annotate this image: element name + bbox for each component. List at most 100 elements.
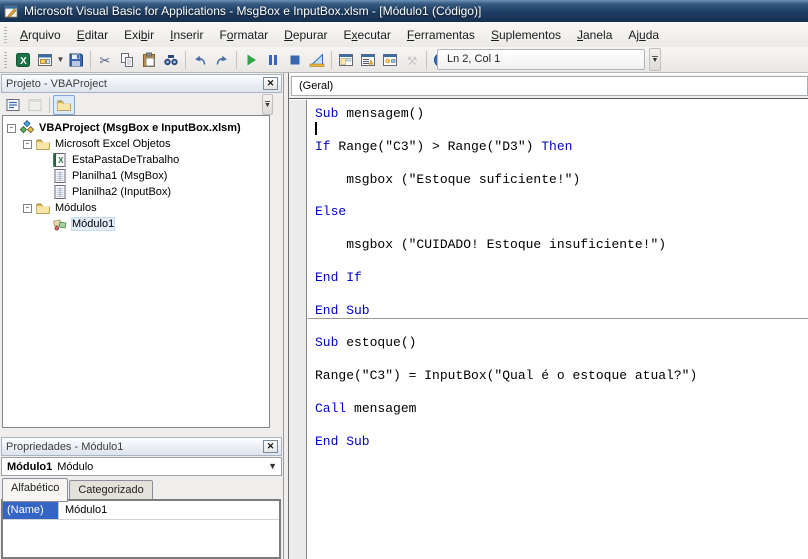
- tree-item-planilha2-inputbox[interactable]: Planilha2 (InputBox): [3, 184, 269, 200]
- toggle-folders-button[interactable]: [53, 95, 75, 115]
- menu-editar[interactable]: Editar: [69, 24, 116, 46]
- properties-grid: (Name) Módulo1: [1, 499, 281, 559]
- menu-ferramentas[interactable]: Ferramentas: [399, 24, 483, 46]
- menu-suplementos[interactable]: Suplementos: [483, 24, 569, 46]
- line-col-indicator: Ln 2, Col 1: [437, 49, 645, 70]
- property-row[interactable]: (Name) Módulo1: [3, 501, 279, 520]
- properties-pane-header: Propriedades - Módulo1 ✕: [1, 437, 282, 456]
- project-explorer-button[interactable]: [335, 49, 357, 71]
- copy-button[interactable]: [116, 49, 138, 71]
- save-icon: [69, 53, 83, 66]
- save-button[interactable]: [65, 49, 87, 71]
- code-text-segment: mensagem: [346, 401, 417, 417]
- design-mode-button[interactable]: [306, 49, 328, 71]
- svg-text:⚒: ⚒: [407, 54, 418, 68]
- properties-close-button[interactable]: ✕: [263, 440, 278, 453]
- code-keyword: Sub: [315, 335, 339, 351]
- code-keyword: End Sub: [315, 302, 370, 318]
- toolbox-button[interactable]: ⚒: [401, 49, 423, 71]
- code-line: [308, 122, 808, 138]
- tree-item-estapastadetrabalho[interactable]: X EstaPastaDeTrabalho: [3, 152, 269, 168]
- code-line: End Sub: [308, 434, 808, 450]
- code-text-segment: Range("C3") = InputBox("Qual é o estoque…: [315, 368, 698, 384]
- menu-ajuda[interactable]: Ajuda: [620, 24, 667, 46]
- vba-editor-window: Microsoft Visual Basic for Applications …: [0, 0, 808, 559]
- object-dropdown[interactable]: (Geral): [291, 76, 808, 96]
- toolbar-overflow-button[interactable]: ▼: [649, 48, 661, 71]
- code-keyword: If: [315, 138, 331, 154]
- tab-alfabetico[interactable]: Alfabético: [2, 478, 69, 502]
- chevron-down-icon: ▼: [268, 461, 277, 471]
- project-icon: [339, 53, 353, 66]
- tab-categorizado[interactable]: Categorizado: [69, 480, 153, 501]
- view-object-button[interactable]: [24, 95, 46, 115]
- paste-button[interactable]: [138, 49, 160, 71]
- tree-item-label: VBAProject (MsgBox e InputBox.xlsm): [39, 122, 241, 134]
- run-button[interactable]: [240, 49, 262, 71]
- menu-executar[interactable]: Executar: [336, 24, 399, 46]
- undo-button[interactable]: [189, 49, 211, 71]
- redo-button[interactable]: [211, 49, 233, 71]
- module-icon: [52, 216, 68, 232]
- menu-formatar[interactable]: Formatar: [211, 24, 276, 46]
- tree-expander-icon[interactable]: -: [23, 139, 32, 149]
- objbrowser-icon: [383, 53, 397, 66]
- code-text-segment: msgbox ("CUIDADO! Estoque insuficiente!"…: [315, 237, 667, 253]
- break-icon: [269, 54, 277, 65]
- tree-item-mo-dulo1[interactable]: Módulo1: [3, 216, 269, 232]
- object-browser-button[interactable]: [379, 49, 401, 71]
- userform-icon: [38, 53, 52, 66]
- menu-arquivo[interactable]: Arquivo: [12, 24, 69, 46]
- dropdown-arrow-icon[interactable]: ▼: [56, 55, 65, 64]
- view-code-button[interactable]: [2, 95, 24, 115]
- property-value-cell[interactable]: Módulo1: [59, 501, 113, 519]
- view-microsoft-excel-button[interactable]: X: [12, 49, 34, 71]
- break-button[interactable]: [262, 49, 284, 71]
- property-name-cell[interactable]: (Name): [3, 501, 59, 519]
- menu-depurar[interactable]: Depurar: [276, 24, 335, 46]
- workbook-icon: X: [52, 152, 68, 168]
- app-icon: [4, 4, 19, 19]
- project-toolbar-overflow-button[interactable]: ▼: [262, 94, 273, 115]
- menu-inserir[interactable]: Inserir: [162, 24, 211, 46]
- toolbar-separator: [185, 50, 186, 69]
- cut-button[interactable]: ✂: [94, 49, 116, 71]
- window-title: Microsoft Visual Basic for Applications …: [24, 4, 482, 18]
- toolbar-grip[interactable]: [4, 51, 7, 68]
- properties-object-dropdown[interactable]: Módulo1 Módulo ▼: [1, 457, 282, 476]
- project-tree: - VBAProject (MsgBox e InputBox.xlsm) - Mic…: [2, 115, 270, 428]
- code-editor[interactable]: Sub mensagem() If Range("C3") > Range("D3…: [289, 100, 808, 559]
- tree-item-mo-dulos[interactable]: - Módulos: [3, 200, 269, 216]
- menu-exibir[interactable]: Exibir: [116, 24, 162, 46]
- properties-window-button[interactable]: [357, 49, 379, 71]
- reset-button[interactable]: [284, 49, 306, 71]
- paste-icon: [143, 52, 155, 67]
- menu-bar: Arquivo Editar Exibir Inserir Formatar Depura…: [0, 22, 808, 47]
- project-close-button[interactable]: ✕: [263, 77, 278, 90]
- vbaproject-icon: [19, 120, 35, 136]
- svg-text:✂: ✂: [100, 53, 111, 68]
- code-line: Range("C3") = InputBox("Qual é o estoque…: [308, 368, 808, 384]
- tree-item-planilha1-msgbox[interactable]: Planilha1 (MsgBox): [3, 168, 269, 184]
- left-dock: Projeto - VBAProject ✕ ▼ - VBAProject (Ms…: [0, 73, 284, 559]
- cut-icon: ✂: [100, 53, 111, 68]
- code-text-segment: msgbox ("Estoque suficiente!"): [315, 171, 581, 187]
- tree-item-microsoft-excel-objetos[interactable]: - Microsoft Excel Objetos: [3, 136, 269, 152]
- code-keyword: End Sub: [315, 433, 370, 449]
- margin-indicator-bar: [289, 100, 307, 559]
- tree-expander-icon[interactable]: -: [7, 123, 16, 133]
- tree-item-vbaproject-msgbox-e-inputbox-xlsm[interactable]: - VBAProject (MsgBox e InputBox.xlsm): [3, 120, 269, 136]
- tree-expander-icon[interactable]: -: [23, 203, 32, 213]
- find-button[interactable]: [160, 49, 182, 71]
- menu-grip[interactable]: [4, 26, 7, 43]
- menu-janela[interactable]: Janela: [569, 24, 620, 46]
- design-icon: [309, 52, 325, 67]
- insert-userform-button[interactable]: [34, 49, 56, 71]
- code-window: (Geral) Sub mensagem() If Range("C3") > R…: [288, 73, 808, 559]
- worksheet-icon: [52, 168, 68, 184]
- undo-icon: [195, 55, 206, 65]
